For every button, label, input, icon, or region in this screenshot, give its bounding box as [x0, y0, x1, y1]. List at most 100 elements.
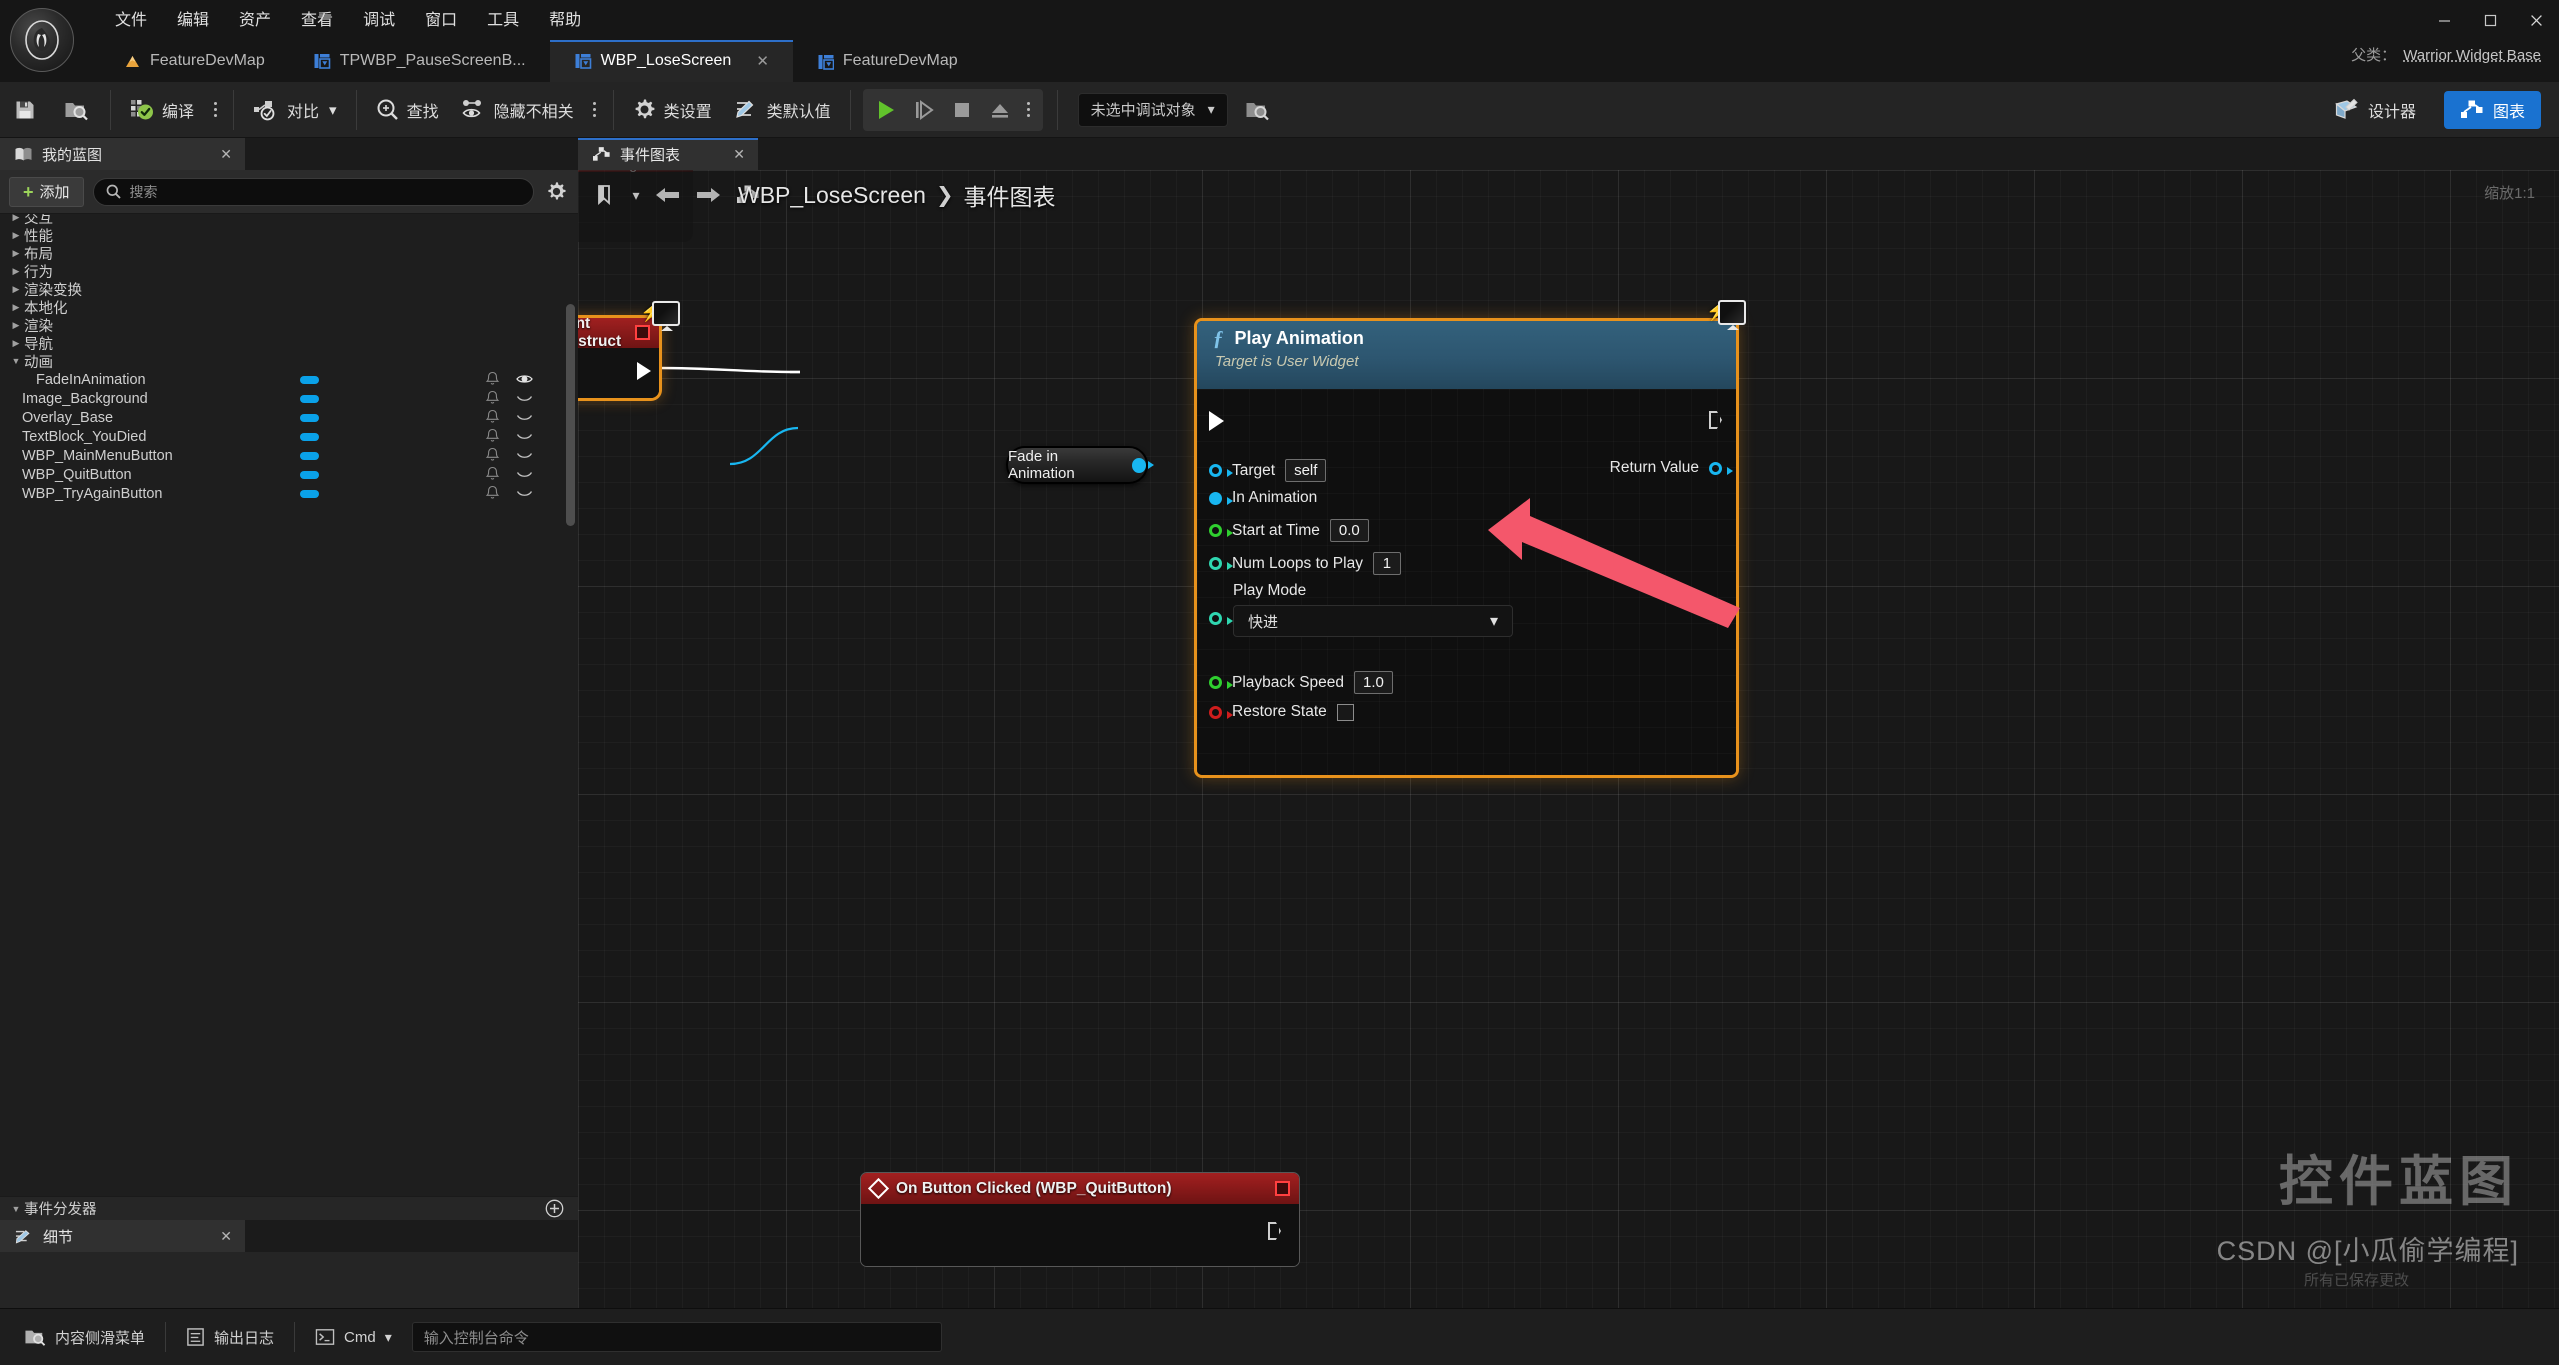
pin-value-target[interactable]: self: [1285, 459, 1327, 482]
tree-category-animation[interactable]: ▼ 动画: [0, 352, 578, 371]
exec-output-pin[interactable]: [1268, 1222, 1281, 1240]
bell-icon[interactable]: [485, 466, 500, 486]
eye-hidden-icon[interactable]: [516, 467, 533, 485]
debug-monitor-icon[interactable]: [1718, 300, 1746, 325]
search-box[interactable]: [92, 177, 534, 206]
variable-output-pin[interactable]: [1131, 457, 1155, 473]
tree-category-interaction[interactable]: ▶ 交互: [0, 214, 578, 227]
play-options-button[interactable]: [1019, 90, 1039, 130]
stop-button[interactable]: [943, 91, 981, 129]
visibility-pill[interactable]: [300, 414, 319, 422]
visibility-pill[interactable]: [300, 490, 319, 498]
node-event-construct[interactable]: Event Construct ⚡: [578, 301, 680, 401]
console-command-input[interactable]: 输入控制台命令: [411, 1322, 942, 1352]
bell-icon[interactable]: [485, 371, 500, 391]
list-item-wbp-quitbutton[interactable]: WBP_QuitButton: [0, 465, 578, 484]
node-on-button-clicked[interactable]: On Button Clicked (WBP_QuitButton): [860, 1172, 1300, 1267]
debug-browse-button[interactable]: [1234, 89, 1280, 131]
debug-monitor-icon[interactable]: [652, 301, 680, 326]
exec-input-pin[interactable]: [1209, 411, 1224, 431]
bell-icon[interactable]: [485, 428, 500, 448]
bookmark-button[interactable]: [586, 178, 622, 212]
eye-hidden-icon[interactable]: [516, 429, 533, 447]
tab-wbp-losescreen[interactable]: WBP_LoseScreen ✕: [549, 40, 794, 82]
input-pin-num-loops-to-play[interactable]: [1209, 557, 1233, 570]
graph-mode-button[interactable]: 图表: [2443, 90, 2541, 129]
exec-output-pin[interactable]: [1709, 411, 1722, 429]
visibility-pill[interactable]: [300, 376, 319, 384]
visibility-pill[interactable]: [300, 452, 319, 460]
visibility-pill[interactable]: [300, 395, 319, 403]
list-item-fadeinanimation[interactable]: FadeInAnimation: [0, 370, 578, 389]
navigate-forward-button[interactable]: [690, 178, 726, 212]
list-item-textblock-youdied[interactable]: TextBlock_YouDied: [0, 427, 578, 446]
minimize-button[interactable]: [2421, 0, 2467, 40]
input-pin-restore-state[interactable]: [1209, 705, 1233, 719]
eye-hidden-icon[interactable]: [516, 410, 533, 428]
play-mode-dropdown[interactable]: 快进 ▾: [1233, 605, 1513, 637]
hide-unrelated-options-button[interactable]: [585, 90, 605, 130]
play-button[interactable]: [867, 91, 905, 129]
blueprint-canvas[interactable]: ▾ WBP_LoseScreen ❯ 事件图表 缩放1:1 t struct F…: [578, 170, 2559, 1308]
step-button[interactable]: [905, 91, 943, 129]
tab-featuredevmap-2[interactable]: FeatureDevMap: [793, 40, 982, 82]
list-item-wbp-tryagainbutton[interactable]: WBP_TryAgainButton: [0, 484, 578, 503]
pin-value-num-loops-to-play[interactable]: 1: [1372, 552, 1401, 575]
hide-unrelated-button[interactable]: 隐藏不相关: [450, 89, 585, 131]
diff-button[interactable]: 对比 ▾: [242, 89, 348, 131]
tree-category-performance[interactable]: ▶ 性能: [0, 226, 578, 245]
tree-category-localization[interactable]: ▶ 本地化: [0, 298, 578, 317]
input-pin-playback-speed[interactable]: [1209, 676, 1233, 689]
restore-state-checkbox[interactable]: [1336, 703, 1354, 721]
tab-my-blueprint[interactable]: 我的蓝图 ✕: [0, 138, 245, 170]
input-pin-play-mode[interactable]: [1209, 612, 1233, 625]
class-defaults-button[interactable]: 类默认值: [723, 89, 842, 131]
unreal-engine-logo[interactable]: [10, 8, 74, 72]
tab-details[interactable]: 细节 ✕: [0, 1220, 245, 1252]
add-dispatcher-button[interactable]: [545, 1199, 564, 1218]
exec-output-pin[interactable]: [637, 362, 651, 380]
bell-icon[interactable]: [485, 447, 500, 467]
bell-icon[interactable]: [485, 485, 500, 505]
menu-item-debug[interactable]: 调试: [348, 5, 410, 36]
input-pin-in-animation[interactable]: [1209, 491, 1233, 505]
eye-hidden-icon[interactable]: [516, 486, 533, 504]
content-drawer-button[interactable]: 内容侧滑菜单: [10, 1319, 159, 1355]
breakpoint-icon[interactable]: [635, 325, 650, 340]
panel-close-button[interactable]: ✕: [220, 1228, 232, 1245]
event-dispatchers-section[interactable]: ▼ 事件分发器: [0, 1196, 578, 1220]
eye-hidden-icon[interactable]: [516, 448, 533, 466]
tab-tpwbp-pausescreen[interactable]: TPWBP_PauseScreenB...: [289, 40, 550, 82]
designer-mode-button[interactable]: 设计器: [2318, 91, 2432, 129]
menu-item-tools[interactable]: 工具: [472, 5, 534, 36]
breadcrumb-root[interactable]: WBP_LoseScreen: [738, 182, 926, 209]
menu-item-asset[interactable]: 资产: [224, 5, 286, 36]
breadcrumb-current[interactable]: 事件图表: [964, 178, 1056, 212]
navigate-back-button[interactable]: [650, 178, 686, 212]
debug-object-selector[interactable]: 未选中调试对象 ▾: [1077, 92, 1228, 127]
tab-close-button[interactable]: ✕: [756, 54, 769, 69]
search-input[interactable]: [129, 183, 521, 200]
node-fade-in-animation-variable[interactable]: Fade in Animation: [1006, 446, 1155, 484]
graph-tab-close-button[interactable]: ✕: [733, 146, 745, 163]
bookmark-dropdown-button[interactable]: ▾: [626, 178, 646, 212]
panel-close-button[interactable]: ✕: [220, 146, 232, 163]
maximize-button[interactable]: [2467, 0, 2513, 40]
save-button[interactable]: [0, 89, 50, 131]
find-button[interactable]: 查找: [365, 89, 450, 131]
eject-button[interactable]: [981, 91, 1019, 129]
close-button[interactable]: [2513, 0, 2559, 40]
menu-item-window[interactable]: 窗口: [410, 5, 472, 36]
tree-category-layout[interactable]: ▶ 布局: [0, 244, 578, 263]
input-pin-start-at-time[interactable]: [1209, 524, 1233, 537]
tab-featuredevmap-1[interactable]: FeatureDevMap: [100, 40, 289, 82]
output-pin-return-value[interactable]: [1709, 461, 1733, 475]
input-pin-target[interactable]: [1209, 464, 1233, 477]
list-item-image-background[interactable]: Image_Background: [0, 389, 578, 408]
class-settings-button[interactable]: 类设置: [622, 89, 723, 131]
browse-content-button[interactable]: [50, 89, 102, 131]
tree-category-navigation[interactable]: ▶ 导航: [0, 334, 578, 353]
cmd-selector-button[interactable]: Cmd ▾: [301, 1319, 406, 1355]
tree-category-render-transform[interactable]: ▶ 渲染变换: [0, 280, 578, 299]
menu-item-help[interactable]: 帮助: [534, 5, 596, 36]
